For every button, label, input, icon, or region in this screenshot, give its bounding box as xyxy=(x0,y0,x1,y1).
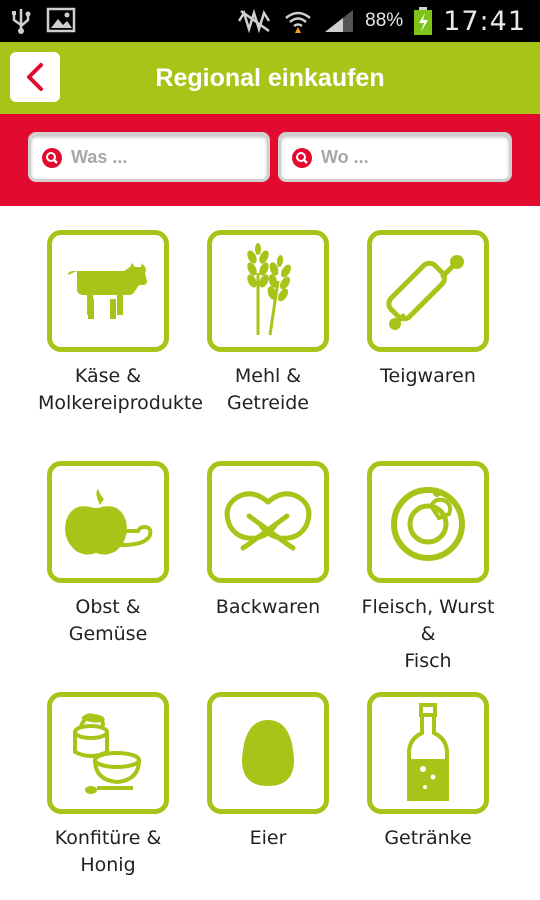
category-tile-backwaren[interactable]: Backwaren xyxy=(198,461,338,621)
apple-icon xyxy=(65,489,153,555)
battery-charging-icon xyxy=(414,7,433,35)
category-icon-box xyxy=(47,230,169,352)
category-tile-eier[interactable]: Eier xyxy=(198,692,338,852)
category-label: Konfitüre & Honig xyxy=(54,827,162,876)
muted-icon xyxy=(238,8,271,34)
category-label: Mehl & Getreide xyxy=(227,365,309,414)
category-label: Eier xyxy=(249,827,287,849)
category-icon-box xyxy=(47,692,169,814)
what-search-field[interactable] xyxy=(28,132,270,182)
app-header: Regional einkaufen xyxy=(0,42,540,114)
back-button[interactable] xyxy=(10,52,60,102)
egg-icon xyxy=(242,720,294,786)
where-search-field[interactable] xyxy=(278,132,512,182)
bottle-icon xyxy=(407,703,449,801)
category-icon-box xyxy=(207,692,329,814)
category-icon-box xyxy=(367,692,489,814)
category-tile-mehl[interactable]: Mehl & Getreide xyxy=(198,230,338,417)
rolling-pin-icon xyxy=(386,255,464,330)
category-label: Käse & Molkereiprodukte xyxy=(38,365,203,414)
image-icon xyxy=(46,7,76,33)
chevron-left-icon xyxy=(27,63,43,91)
jam-bowl-icon xyxy=(73,713,141,794)
category-label: Getränke xyxy=(384,827,472,849)
battery-percent: 88% xyxy=(365,10,404,31)
where-search-input[interactable] xyxy=(319,141,483,173)
category-tile-obst[interactable]: Obst & Gemüse xyxy=(38,461,178,648)
category-icon-box xyxy=(367,461,489,583)
wheat-icon xyxy=(247,243,292,336)
category-label: Obst & Gemüse xyxy=(68,596,148,645)
what-search-input[interactable] xyxy=(69,141,239,173)
sausage-icon xyxy=(391,487,465,561)
search-icon xyxy=(292,148,312,168)
category-tile-teigwaren[interactable]: Teigwaren xyxy=(358,230,498,390)
page-title: Regional einkaufen xyxy=(155,64,385,92)
category-tile-kaese[interactable]: Käse & Molkereiprodukte xyxy=(38,230,203,417)
category-icon-box xyxy=(207,461,329,583)
status-bar: 88% 17:41 xyxy=(0,0,540,42)
category-tile-konfituere[interactable]: Konfitüre & Honig xyxy=(38,692,178,879)
search-icon xyxy=(42,148,62,168)
category-label: Backwaren xyxy=(215,596,321,618)
clock: 17:41 xyxy=(443,5,526,37)
category-tile-getraenke[interactable]: Getränke xyxy=(358,692,498,852)
signal-icon xyxy=(325,10,354,32)
category-icon-box xyxy=(47,461,169,583)
category-label: Fleisch, Wurst & Fisch xyxy=(361,596,495,672)
pretzel-icon xyxy=(224,491,312,551)
search-bar xyxy=(0,114,540,206)
category-label: Teigwaren xyxy=(380,365,476,387)
cow-icon xyxy=(68,263,147,319)
category-icon-box xyxy=(207,230,329,352)
category-icon-box xyxy=(367,230,489,352)
usb-icon xyxy=(12,9,31,34)
category-tile-fleisch[interactable]: Fleisch, Wurst & Fisch xyxy=(358,461,498,675)
wifi-icon xyxy=(285,11,311,33)
